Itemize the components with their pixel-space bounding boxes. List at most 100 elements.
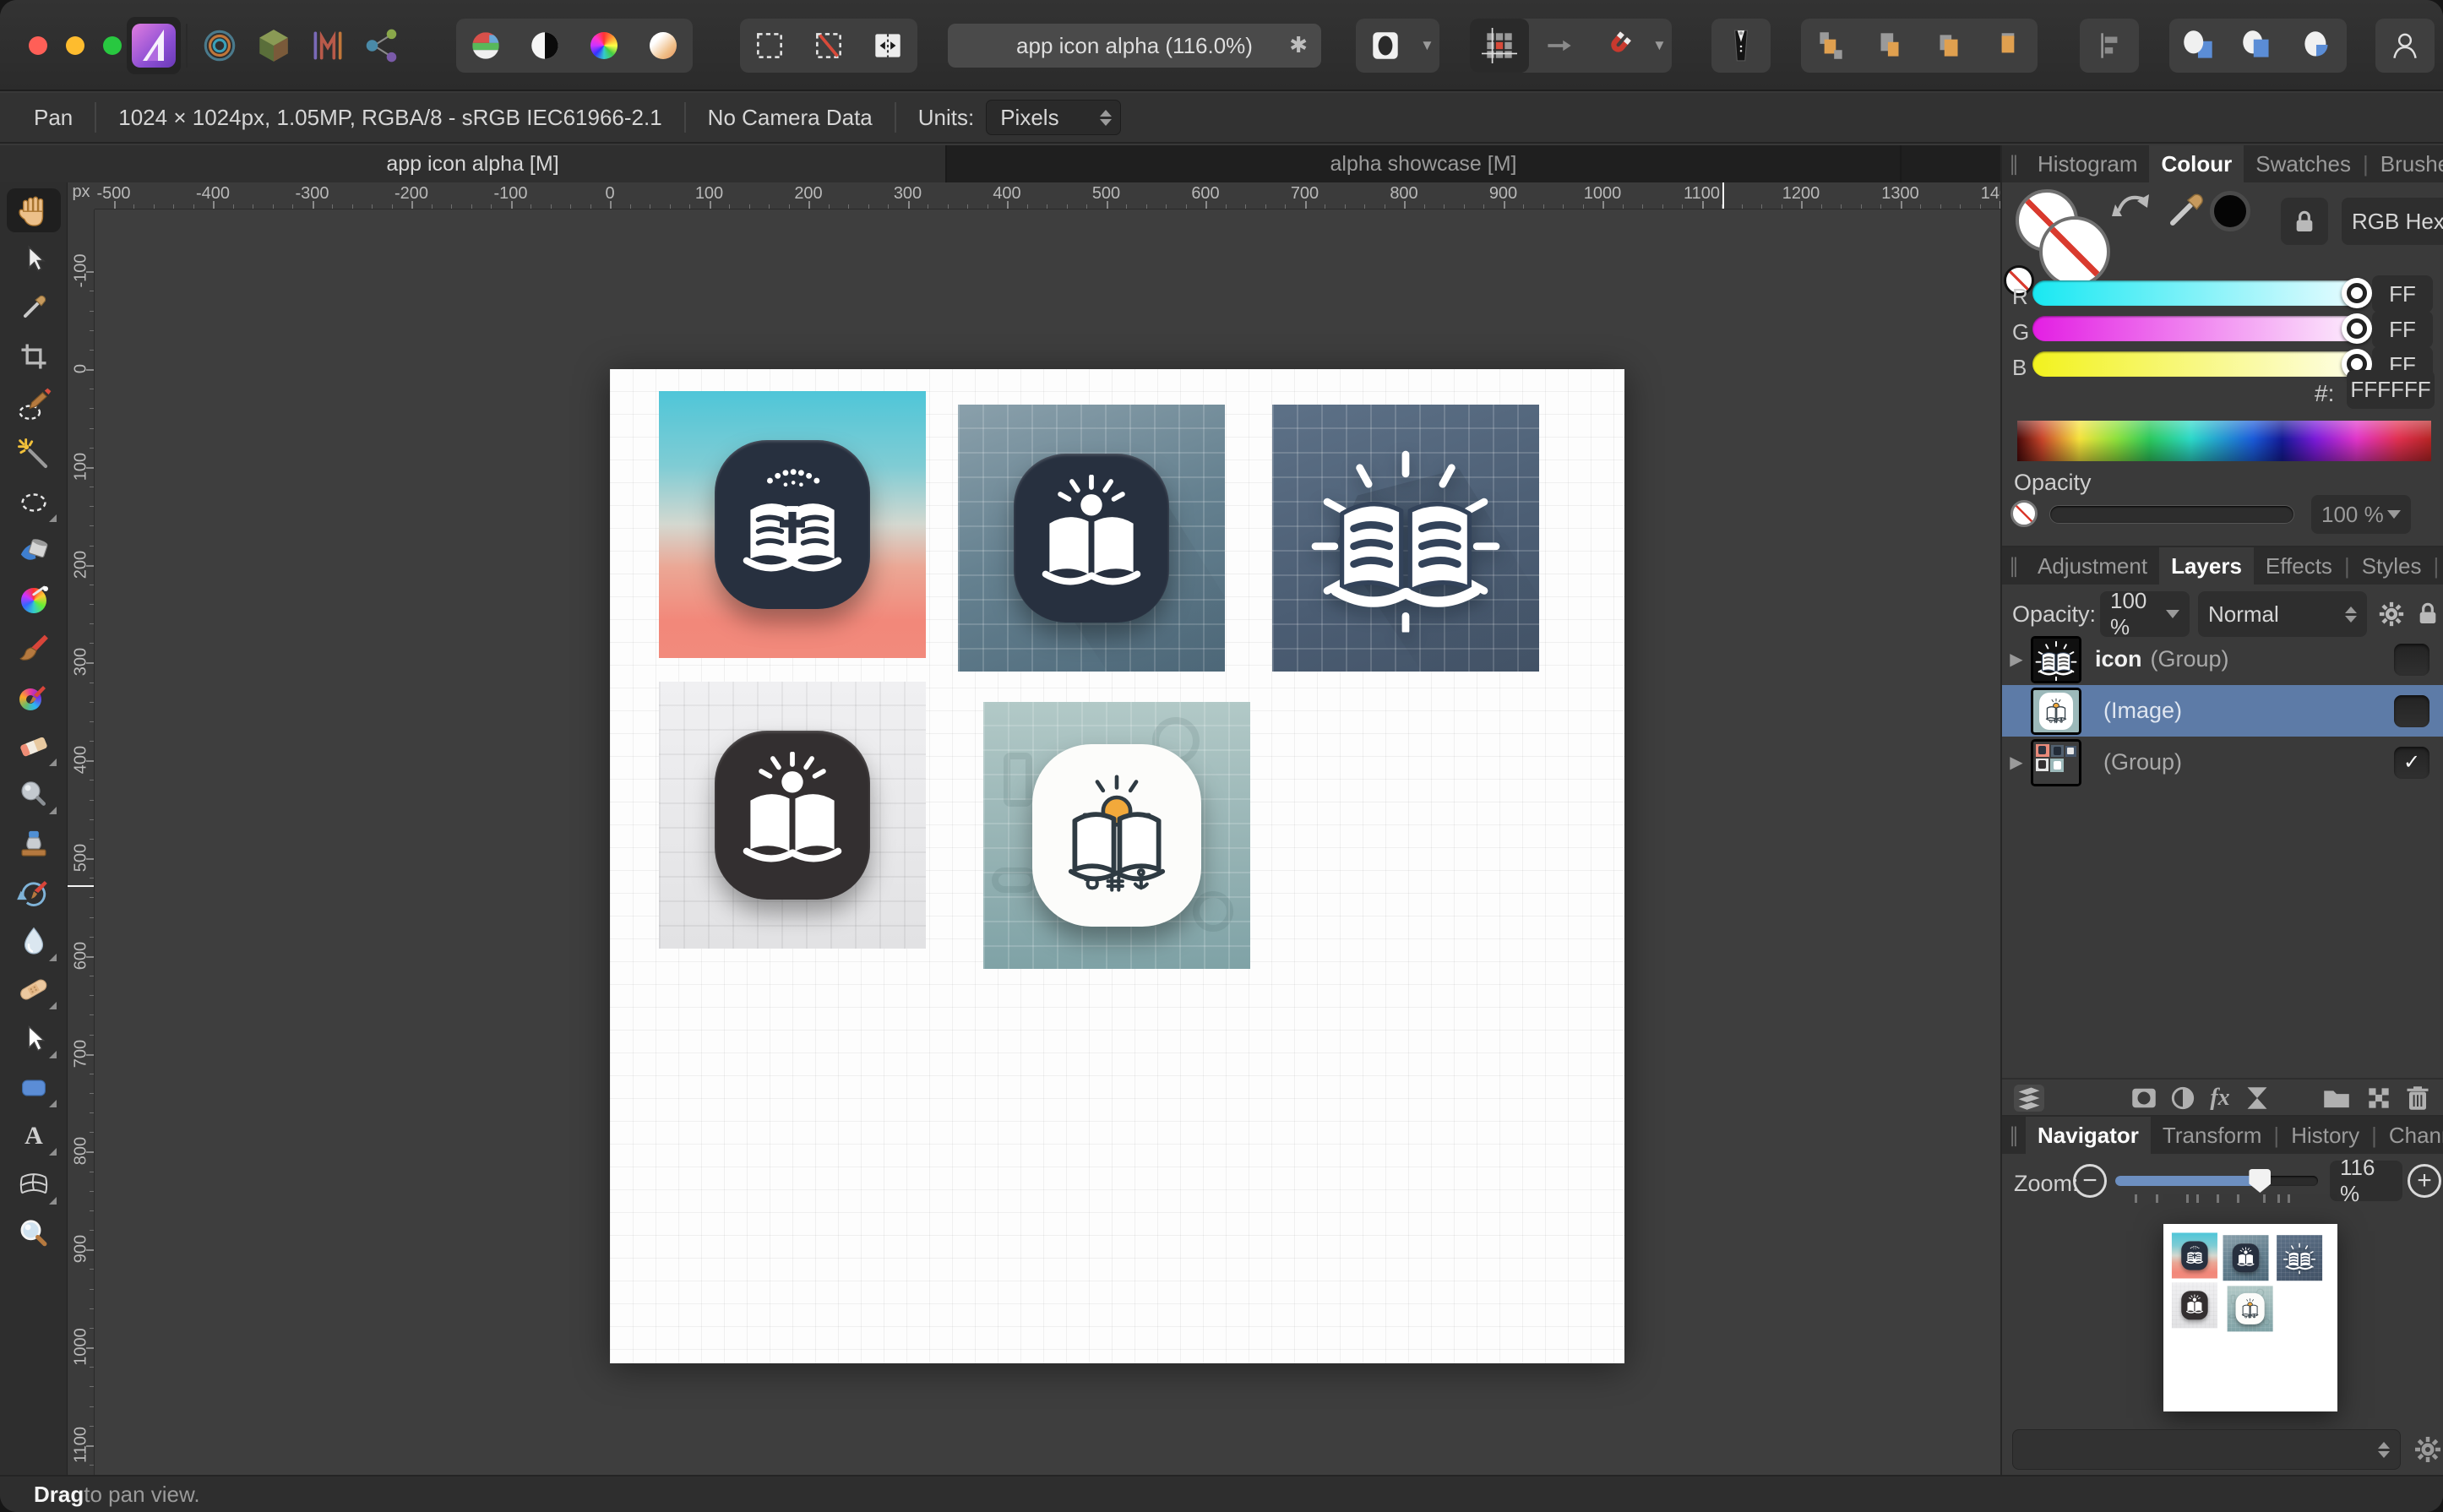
move-whole-pixels-button[interactable]	[1529, 19, 1588, 73]
zoom-in-button[interactable]: +	[2408, 1164, 2441, 1198]
layer-settings-button[interactable]	[2377, 600, 2406, 633]
invert-selection-button[interactable]	[858, 19, 917, 73]
channel-slider[interactable]	[2032, 313, 2372, 344]
stroke-colour-well[interactable]	[2039, 216, 2110, 287]
colour-opacity-slider[interactable]	[2049, 505, 2294, 524]
zoom-value-field[interactable]: 116 %	[2330, 1155, 2402, 1206]
close-window-button[interactable]	[29, 36, 47, 55]
app-icon-charcoal-sunbook[interactable]	[659, 682, 926, 949]
zoom-slider-knob[interactable]	[2249, 1169, 2272, 1193]
auto-contrast-button[interactable]	[515, 19, 574, 73]
layer-row-1[interactable]: ▶ icon (Group)	[2002, 634, 2443, 685]
swap-colours-icon[interactable]	[2110, 186, 2152, 225]
new-pattern-button[interactable]	[2364, 1085, 2394, 1112]
layers-tab-stock[interactable]: Stock	[2439, 547, 2443, 585]
layers-opacity-select[interactable]: 100 %	[2100, 588, 2190, 639]
selection-brush-tool[interactable]	[7, 383, 61, 427]
expand-arrow-icon[interactable]: ▶	[2002, 752, 2031, 773]
zoom-window-button[interactable]	[103, 36, 122, 55]
delete-layer-button[interactable]	[2402, 1085, 2433, 1112]
shape-tool[interactable]	[7, 1066, 61, 1110]
auto-white-balance-button[interactable]	[634, 19, 693, 73]
clone-brush-tool[interactable]	[7, 822, 61, 866]
insert-on-top-button[interactable]	[2228, 19, 2288, 73]
colour-tab-brushes[interactable]: Brushes	[2369, 145, 2443, 182]
dropdown-arrow-icon[interactable]: ▼	[1420, 37, 1434, 54]
layer-lock-button[interactable]	[2414, 600, 2441, 631]
document-tab-1[interactable]: app icon alpha [M]	[0, 145, 947, 182]
channel-slider[interactable]	[2032, 349, 2372, 379]
layer-thumbnail[interactable]	[2031, 738, 2081, 786]
document-title-field[interactable]: app icon alpha (116.0%) ✱	[948, 24, 1321, 68]
app-icon-rays-flat[interactable]	[2277, 1235, 2323, 1281]
mesh-warp-tool[interactable]	[7, 1163, 61, 1207]
develop-persona-button[interactable]	[247, 17, 301, 74]
layers-tab-adjustment[interactable]: Adjustment	[2026, 547, 2159, 585]
layer-thumbnail[interactable]	[2031, 635, 2081, 683]
app-icon-slate-sunbook[interactable]	[958, 405, 1225, 672]
move-to-front-button[interactable]	[1978, 19, 2038, 73]
colour-tab-histogram[interactable]: Histogram	[2026, 145, 2149, 182]
auto-levels-button[interactable]	[456, 19, 515, 73]
expand-arrow-icon[interactable]: ▶	[2002, 649, 2031, 670]
layer-row-2[interactable]: (Image)	[2002, 685, 2443, 737]
insert-behind-button[interactable]	[2169, 19, 2228, 73]
colour-tab-colour[interactable]: Colour	[2149, 145, 2244, 182]
noise-toggle-icon[interactable]	[2010, 500, 2038, 527]
blend-mode-select[interactable]: Normal	[2198, 591, 2367, 637]
node-tool[interactable]	[7, 1017, 61, 1061]
panel-grip-icon[interactable]: ∥	[2002, 152, 2026, 177]
mask-layer-button[interactable]	[2129, 1085, 2159, 1112]
stepper-icon[interactable]	[2361, 1441, 2390, 1458]
layer-visibility-checkbox[interactable]	[2394, 643, 2429, 676]
affinity-photo-button[interactable]	[127, 17, 181, 74]
live-filter-button[interactable]	[2242, 1085, 2272, 1112]
undo-brush-tool[interactable]	[7, 871, 61, 915]
app-icon-gradient-cross[interactable]	[659, 391, 926, 658]
colour-picker-icon[interactable]	[2163, 188, 2208, 233]
layer-visibility-checkbox[interactable]: ✓	[2394, 746, 2429, 779]
app-icon-gradient-cross[interactable]	[2171, 1232, 2217, 1279]
alignment-options-button[interactable]	[2080, 19, 2139, 73]
colour-tab-swatches[interactable]: Swatches	[2244, 145, 2363, 182]
back-one-button[interactable]	[1860, 19, 1919, 73]
panel-grip-icon[interactable]: ∥	[2002, 554, 2026, 579]
stepper-icon[interactable]	[1083, 109, 1113, 126]
colour-format-select[interactable]: RGB Hex	[2342, 198, 2443, 245]
move-to-back-button[interactable]	[1801, 19, 1860, 73]
app-icon-outline-teal[interactable]	[983, 702, 1250, 969]
colour-opacity-value[interactable]: 100 %	[2311, 495, 2411, 534]
canvas-viewport[interactable]	[95, 209, 2000, 1475]
tone-mapping-persona-button[interactable]	[301, 17, 355, 74]
navigator-settings-button[interactable]	[2413, 1434, 2443, 1469]
assistant-manager-button[interactable]	[1711, 19, 1771, 73]
units-select[interactable]: Pixels	[986, 100, 1122, 135]
live-fx-button[interactable]: fx	[2205, 1085, 2235, 1112]
stepper-icon[interactable]	[2328, 606, 2357, 623]
layers-tab-effects[interactable]: Effects	[2254, 547, 2344, 585]
document-tab-2[interactable]: alpha showcase [M]	[947, 145, 1902, 182]
channel-slider-knob[interactable]	[2342, 313, 2372, 344]
channel-slider[interactable]	[2032, 278, 2372, 308]
liquify-persona-button[interactable]	[193, 17, 247, 74]
app-icon-slate-sunbook[interactable]	[2223, 1235, 2269, 1281]
picked-colour-swatch[interactable]	[2210, 191, 2250, 231]
new-group-button[interactable]	[2321, 1085, 2352, 1112]
flood-fill-tool[interactable]	[7, 530, 61, 574]
navigator-tab-history[interactable]: History	[2279, 1117, 2371, 1154]
navigator-tab-channels[interactable]: Channels	[2377, 1117, 2443, 1154]
select-all-button[interactable]	[740, 19, 799, 73]
snapping-magnet-button[interactable]	[1588, 19, 1647, 73]
healing-brush-tool[interactable]	[7, 968, 61, 1012]
zoom-tool[interactable]	[7, 1212, 61, 1256]
colour-replacement-brush-tool[interactable]	[7, 676, 61, 720]
view-tool[interactable]	[7, 188, 61, 232]
document-canvas[interactable]	[610, 369, 1624, 1363]
blur-brush-tool[interactable]	[7, 920, 61, 964]
zoom-slider[interactable]	[2115, 1169, 2318, 1203]
erase-brush-tool[interactable]	[7, 725, 61, 769]
marquee-tool[interactable]	[7, 481, 61, 525]
zoom-out-button[interactable]: −	[2073, 1164, 2107, 1198]
navigator-tab-navigator[interactable]: Navigator	[2026, 1117, 2151, 1154]
minimize-window-button[interactable]	[66, 36, 84, 55]
